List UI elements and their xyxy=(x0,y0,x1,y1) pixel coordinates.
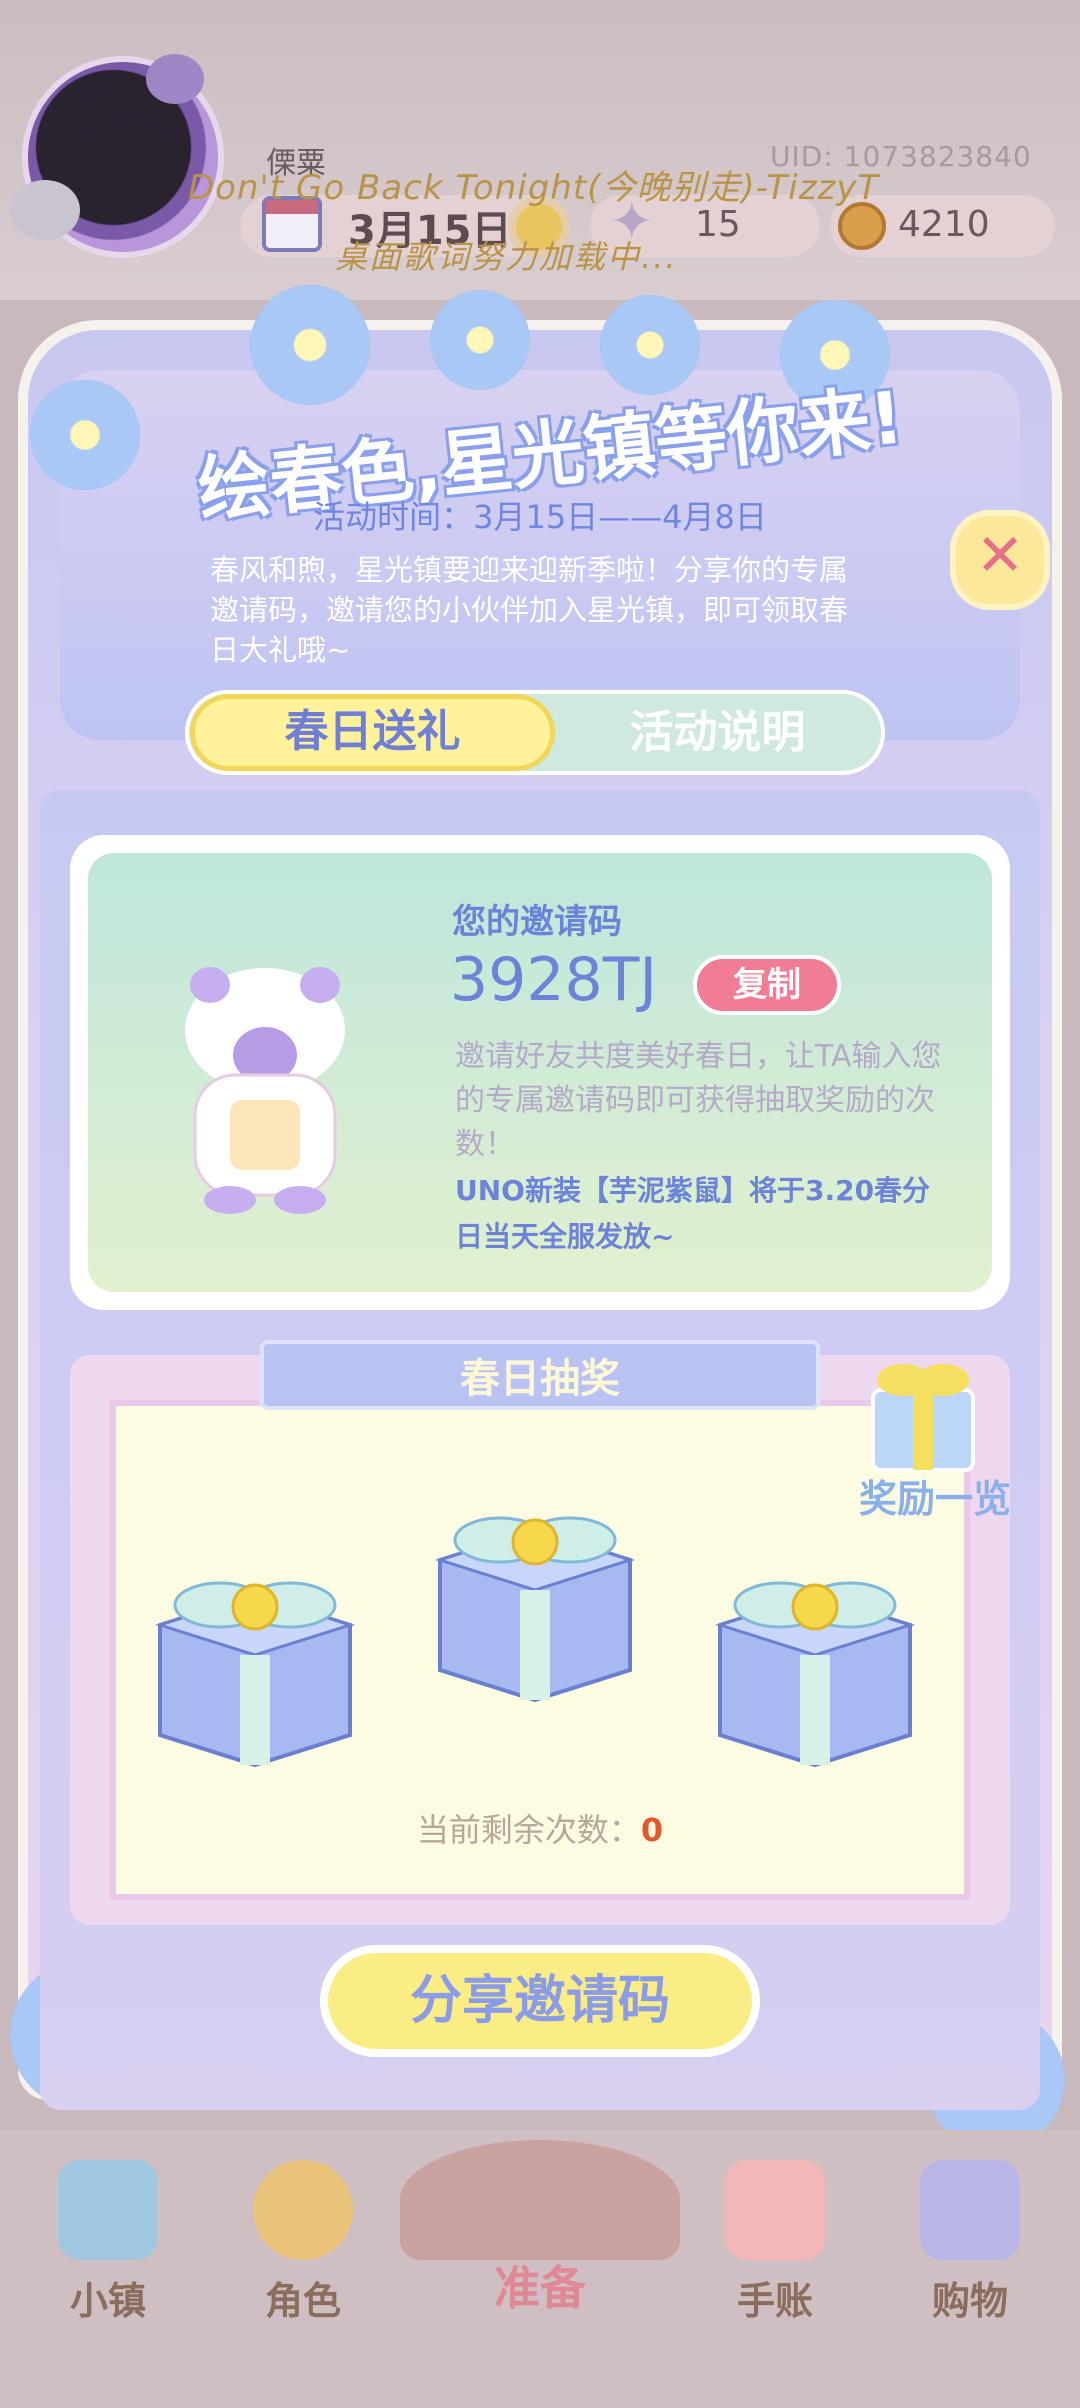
lottery-title: 春日抽奖 xyxy=(460,1356,620,1402)
share-invite-code-button[interactable]: 分享邀请码 xyxy=(320,1945,760,2057)
flower-icon xyxy=(430,290,530,390)
nav-shopping-label: 购物 xyxy=(931,2279,1008,2323)
nav-prepare-label[interactable]: 准备 xyxy=(470,2252,610,2318)
coin-icon xyxy=(838,202,886,250)
nav-shopping[interactable]: 购物 xyxy=(900,2150,1040,2330)
nav-town[interactable]: 小镇 xyxy=(38,2150,178,2330)
nav-character[interactable]: 角色 xyxy=(233,2150,373,2330)
tab-spring-gift[interactable]: 春日送礼 xyxy=(190,694,555,771)
reward-preview-button[interactable]: 奖励一览 xyxy=(840,1468,1030,1523)
map-icon xyxy=(58,2160,158,2260)
character-icon xyxy=(253,2160,353,2260)
shopping-bag-icon xyxy=(920,2160,1020,2260)
gift-box-2[interactable] xyxy=(420,1480,650,1710)
remaining-draws: 当前剩余次数：0 xyxy=(0,1805,1080,1851)
invite-description: 邀请好友共度美好春日，让TA输入您的专属邀请码即可获得抽取奖励的次数！ xyxy=(455,1039,942,1162)
gift-box-3[interactable] xyxy=(700,1545,930,1775)
flower-icon xyxy=(30,380,140,490)
star-count: 15 xyxy=(695,204,741,245)
remaining-draws-count: 0 xyxy=(640,1811,664,1849)
player-avatar[interactable] xyxy=(10,54,218,252)
picnic-basket-icon[interactable] xyxy=(400,2140,680,2260)
invite-code-label: 您的邀请码 xyxy=(452,902,622,942)
desktop-lyrics-line2: 桌面歌词努力加载中... xyxy=(335,238,678,276)
hamster-character-image xyxy=(185,967,345,1214)
notebook-icon xyxy=(725,2160,825,2260)
close-button[interactable]: ✕ xyxy=(950,510,1050,610)
nav-notebook[interactable]: 手账 xyxy=(705,2150,845,2330)
flower-icon xyxy=(250,285,370,405)
desktop-lyrics-line1: Don't Go Back Tonight(今晚别走)-TizzyT xyxy=(188,168,880,208)
nav-character-label: 角色 xyxy=(264,2279,341,2323)
nav-town-label: 小镇 xyxy=(69,2279,146,2323)
invite-code: 3928TJ xyxy=(450,945,658,1015)
reward-preview-gift-icon[interactable] xyxy=(848,1345,998,1475)
event-time: 活动时间：3月15日——4月8日 xyxy=(313,498,767,536)
nav-notebook-label: 手账 xyxy=(736,2279,813,2323)
gift-box-1[interactable] xyxy=(140,1545,370,1775)
coin-count: 4210 xyxy=(898,204,990,245)
close-icon: ✕ xyxy=(975,521,1025,589)
tab-event-info[interactable]: 活动说明 xyxy=(555,694,880,771)
copy-button[interactable]: 复制 xyxy=(693,955,841,1015)
event-description: 春风和煦，星光镇要迎来迎新季啦！分享你的专属邀请码，邀请您的小伙伴加入星光镇，即… xyxy=(210,553,849,667)
outfit-note: UNO新装【芋泥紫鼠】将于3.20春分日当天全服发放~ xyxy=(455,1174,931,1253)
remaining-draws-label: 当前剩余次数： xyxy=(416,1811,641,1849)
